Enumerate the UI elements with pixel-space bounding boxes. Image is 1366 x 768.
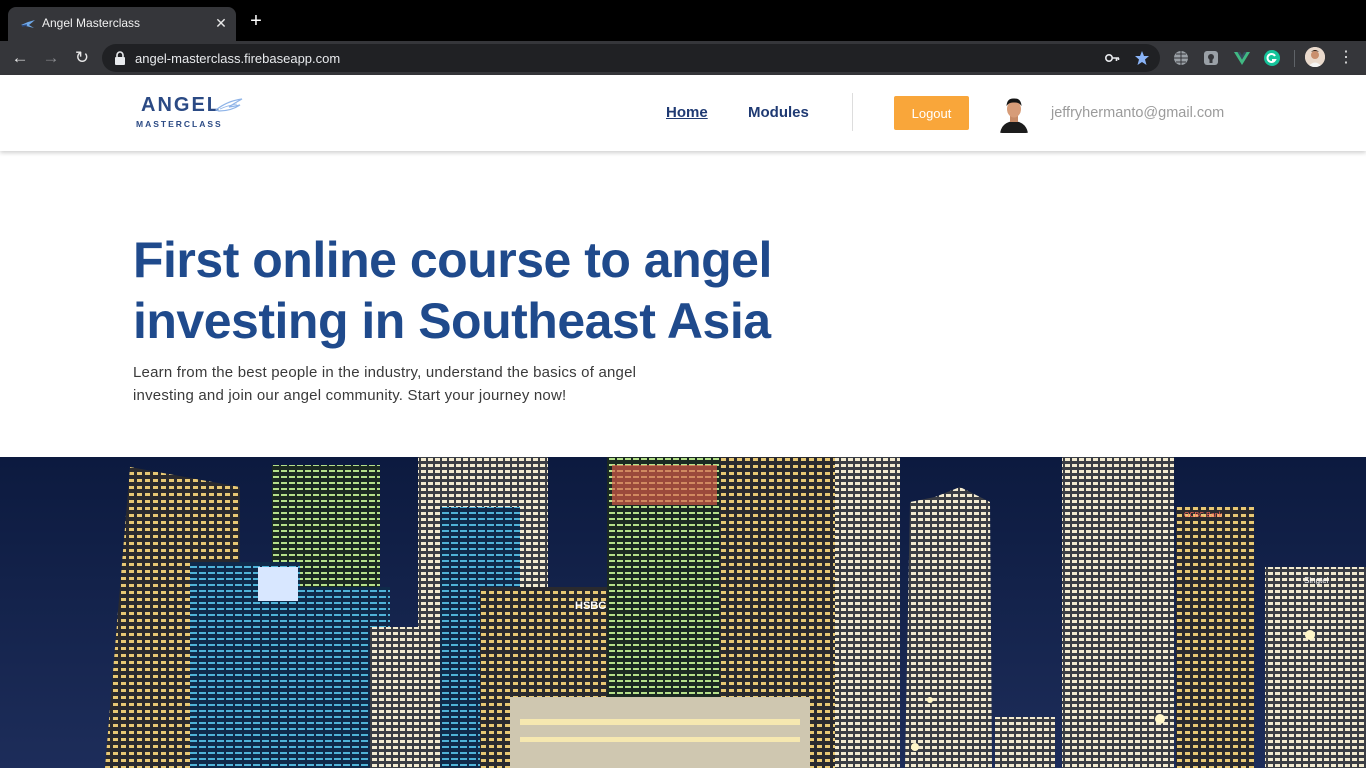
shield-extension-icon[interactable] [1202, 49, 1220, 67]
logout-button[interactable]: Logout [894, 96, 969, 130]
toolbar-separator [1294, 50, 1295, 67]
reload-icon[interactable]: ↻ [71, 47, 93, 69]
lock-icon [115, 51, 125, 65]
svg-text:Singtel: Singtel [1304, 576, 1329, 585]
nav-modules-link[interactable]: Modules [748, 104, 809, 121]
browser-menu-icon[interactable]: ⋮ [1338, 47, 1354, 69]
svg-text:HSBC: HSBC [575, 600, 606, 612]
hero-subtitle: Learn from the best people in the indust… [133, 364, 637, 404]
tab-close-icon[interactable]: ✕ [211, 13, 231, 33]
tab-title: Angel Masterclass [42, 16, 141, 30]
profile-avatar-icon[interactable] [1305, 47, 1325, 67]
key-icon[interactable] [1104, 50, 1120, 66]
forward-arrow-icon[interactable]: → [40, 47, 62, 69]
skyline-illustration: HSBC OCBC Bank Singtel [0, 457, 1366, 768]
logo-word: ANGEL [141, 94, 221, 116]
site-header: ANGEL MASTERCLASS Home Modules Logout je… [0, 75, 1366, 151]
url-text: angel-masterclass.firebaseapp.com [135, 51, 341, 66]
grammarly-icon[interactable] [1263, 49, 1281, 67]
hero-title: First online course to angel investing i… [133, 232, 772, 349]
globe-extension-icon[interactable] [1172, 49, 1190, 67]
nav-home-link[interactable]: Home [666, 104, 708, 121]
new-tab-button[interactable]: + [245, 11, 267, 31]
angel-favicon-icon [21, 20, 35, 28]
vue-devtools-icon[interactable] [1233, 49, 1251, 67]
logo-subtitle: MASTERCLASS [136, 119, 223, 129]
angel-masterclass-logo[interactable]: ANGEL MASTERCLASS [135, 92, 245, 132]
browser-toolbar: ← → ↻ angel-masterclass.firebaseapp.com [0, 41, 1366, 75]
user-avatar[interactable] [998, 95, 1030, 133]
browser-tab-strip: Angel Masterclass ✕ + [0, 0, 1366, 41]
header-divider [852, 93, 853, 131]
svg-text:OCBC Bank: OCBC Bank [1184, 512, 1223, 519]
back-arrow-icon[interactable]: ← [9, 47, 31, 69]
city-skyline-image: HSBC OCBC Bank Singtel [0, 457, 1366, 768]
address-bar[interactable]: angel-masterclass.firebaseapp.com [102, 44, 1160, 72]
bookmark-star-icon[interactable] [1134, 50, 1150, 66]
wing-icon [215, 98, 243, 112]
user-email: jeffryhermanto@gmail.com [1051, 105, 1225, 121]
browser-tab[interactable]: Angel Masterclass ✕ [8, 7, 236, 41]
